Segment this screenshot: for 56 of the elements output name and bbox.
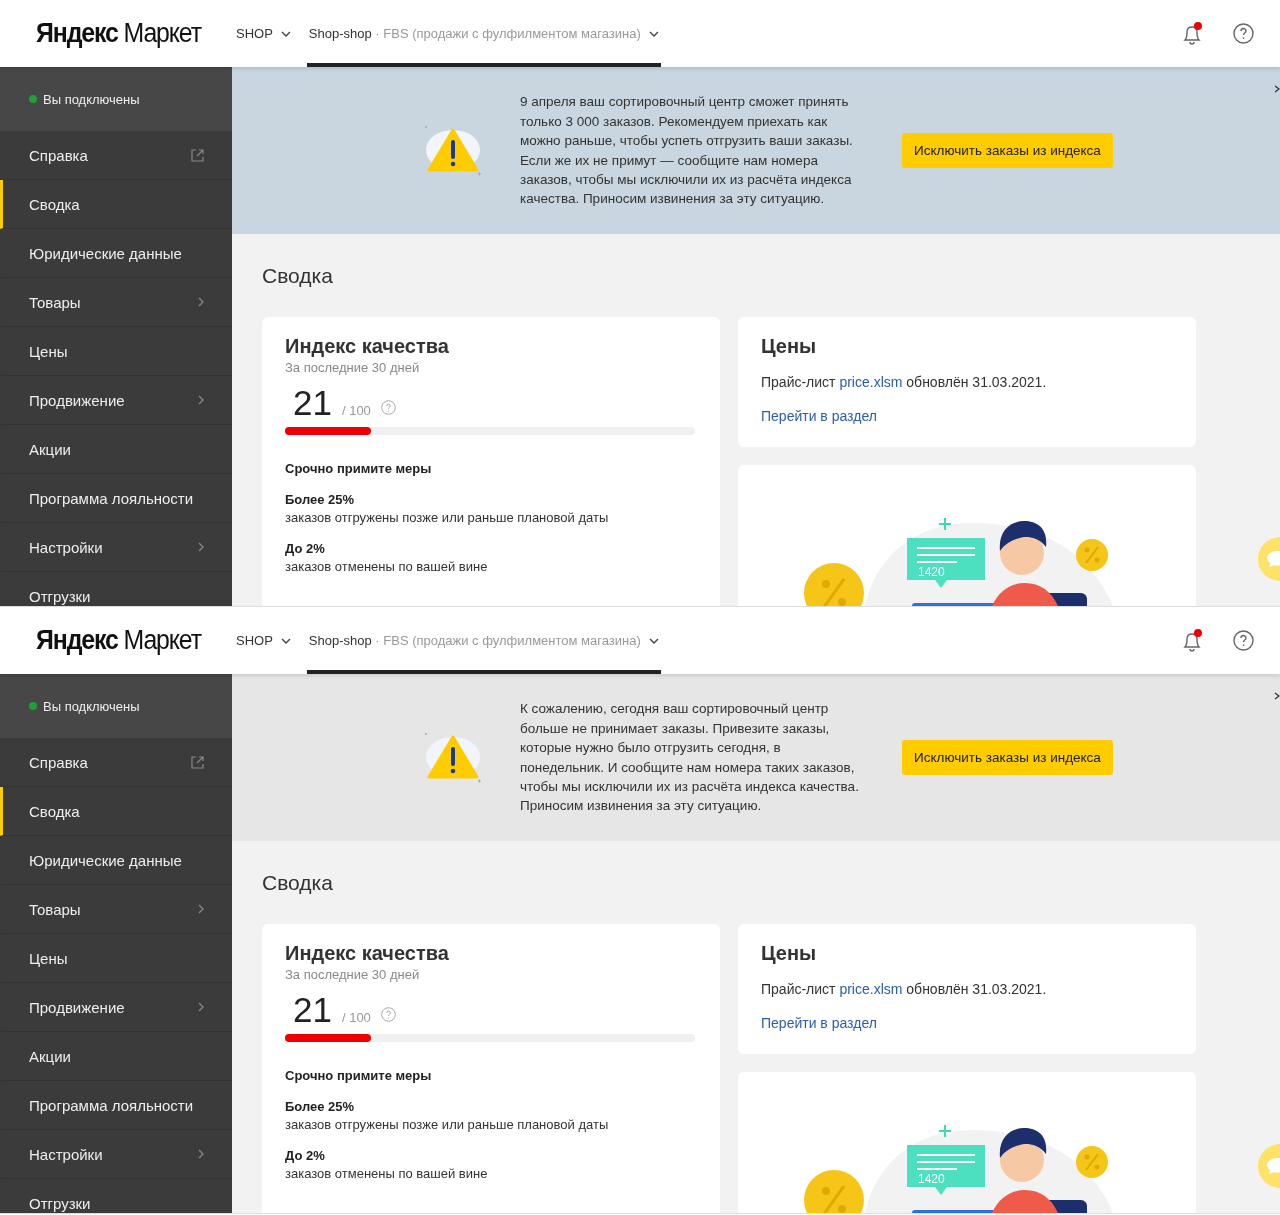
logo[interactable]: Яндекс Маркет: [36, 625, 219, 656]
page-title: Сводка: [262, 264, 334, 288]
card-subtitle: За последние 30 дней: [285, 967, 421, 982]
alert-heading: Срочно примите меры: [285, 461, 433, 476]
card-title: Индекс качества: [285, 335, 450, 358]
metric-description: заказов отменены по вашей вине: [285, 559, 489, 574]
external-link-icon: [191, 148, 204, 162]
chevron-down-icon: [280, 30, 291, 37]
score-maximum: / 100: [341, 403, 371, 418]
exclude-orders-button[interactable]: Исключить заказы из индекса: [902, 133, 1113, 168]
chevron-right-icon: [198, 1149, 204, 1159]
header-tab[interactable]: SHOP: [234, 607, 293, 674]
close-icon[interactable]: [1274, 692, 1280, 700]
help-icon[interactable]: [1233, 23, 1254, 44]
chevron-down-icon: [648, 30, 659, 37]
card-title: Индекс качества: [285, 942, 450, 965]
connection-status: Вы подключены: [43, 91, 140, 107]
connection-status: Вы подключены: [43, 698, 140, 714]
card-subtitle: За последние 30 дней: [285, 360, 421, 375]
quality-score: 21: [293, 990, 332, 1030]
chevron-right-icon: [198, 297, 204, 307]
exclude-orders-button[interactable]: Исключить заказы из индекса: [902, 740, 1113, 775]
notice-text: 9 апреля ваш сортировочный центр сможет принять только 3 000 заказов. Рекомендуем приехать как можно раньше, чтобы успеть отгрузить ваши заказы. Если же их не примут — сообщите нам номера заказов, чтобы мы исключили их из расчёта индекса качества. Приносим извинения за эту ситуацию.: [520, 93, 854, 209]
logo[interactable]: Яндекс Маркет: [36, 18, 219, 49]
chevron-right-icon: [198, 904, 204, 914]
chevron-down-icon: [280, 637, 291, 644]
card-title: Цены: [761, 942, 818, 965]
quality-score: 21: [293, 383, 332, 423]
file-link[interactable]: price.xlsm: [839, 374, 903, 390]
price-list-status: Прайс-лист price.xlsm обновлён 31.03.2021.: [761, 374, 1048, 390]
help-icon[interactable]: [1233, 630, 1254, 651]
alert-heading: Срочно примите меры: [285, 1068, 433, 1083]
metric-value: Более 25%: [285, 1099, 356, 1114]
chevron-right-icon: [198, 395, 204, 405]
external-link-icon: [191, 755, 204, 769]
close-icon[interactable]: [1274, 85, 1280, 93]
price-list-status: Прайс-лист price.xlsm обновлён 31.03.2021.: [761, 981, 1048, 997]
section-link[interactable]: Перейти в раздел: [761, 408, 877, 424]
score-maximum: / 100: [341, 1010, 371, 1025]
metric-description: заказов отгружены позже или раньше плановой даты: [285, 1117, 610, 1132]
metric-description: заказов отгружены позже или раньше плановой даты: [285, 510, 610, 525]
notification-bell-icon[interactable]: [1181, 21, 1203, 46]
chevron-right-icon: [198, 1002, 204, 1012]
notification-bell-icon[interactable]: [1181, 628, 1203, 653]
metric-value: До 2%: [285, 541, 326, 556]
header-tab[interactable]: SHOP: [234, 0, 293, 67]
file-link[interactable]: price.xlsm: [839, 981, 903, 997]
chevron-right-icon: [198, 542, 204, 552]
notice-text: К сожалению, сегодня ваш сортировочный центр больше не принимает заказы. Привезите заказы, которые нужно было отгрузить сегодня, в понедельник. И сообщите нам номера таких заказов, чтобы мы исключили их из расчёта индекса качества. Приносим извинения за эту ситуацию.: [520, 700, 860, 816]
card-title: Цены: [761, 335, 818, 358]
section-link[interactable]: Перейти в раздел: [761, 1015, 877, 1031]
chevron-down-icon: [648, 637, 659, 644]
metric-description: заказов отменены по вашей вине: [285, 1166, 489, 1181]
metric-value: До 2%: [285, 1148, 326, 1163]
metric-value: Более 25%: [285, 492, 356, 507]
page-title: Сводка: [262, 871, 334, 895]
